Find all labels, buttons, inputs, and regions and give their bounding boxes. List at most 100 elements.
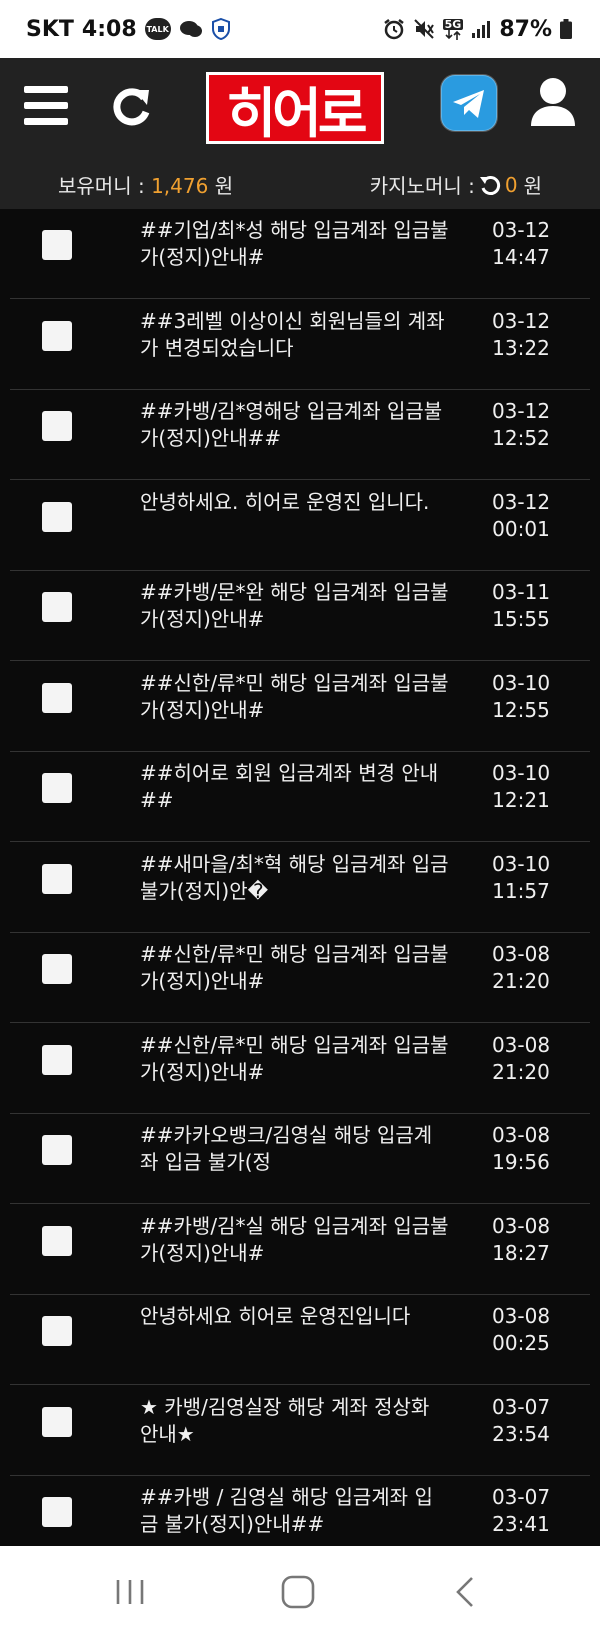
row-title[interactable]: ##새마을/최*혁 해당 입금계좌 입금 불가(정지)안� — [140, 851, 450, 905]
casino-money: 카지노머니 : 0 원 — [370, 170, 542, 199]
back-icon[interactable] — [444, 1570, 488, 1614]
recent-apps-icon[interactable] — [108, 1570, 152, 1614]
battery-percent: 87% — [499, 16, 552, 42]
battery-icon — [560, 19, 572, 39]
notice-list: ##기업/최*성 해당 입금계좌 입금불가(정지)안내# 03-12 14:47 ##… — [0, 209, 600, 1546]
row-date: 03-12 — [491, 218, 551, 242]
row-title[interactable]: ##신한/류*민 해당 입금계좌 입금불가(정지)안내# — [140, 670, 450, 724]
row-datetime: 03-07 23:41 — [480, 1484, 562, 1538]
row-checkbox[interactable] — [42, 411, 72, 441]
row-date: 03-08 — [491, 1123, 551, 1147]
chat-bubble-icon — [179, 19, 203, 39]
row-title[interactable]: ##기업/최*성 해당 입금계좌 입금불가(정지)안내# — [140, 217, 450, 271]
row-title[interactable]: ##카카오뱅크/김영실 해당 입금계좌 입금 불가(정 — [140, 1122, 450, 1176]
row-time: 12:55 — [492, 697, 550, 722]
list-item[interactable]: ##카뱅/김*영해당 입금계좌 입금불가(정지)안내## 03-12 12:52 — [10, 390, 590, 480]
row-datetime: 03-11 15:55 — [480, 579, 562, 633]
list-item[interactable]: ##카뱅 / 김영실 해당 입금계좌 입금 불가(정지)안내## 03-07 23:… — [10, 1476, 590, 1546]
menu-icon[interactable] — [22, 82, 70, 130]
list-item[interactable]: 안녕하세요. 히어로 운영진 입니다. 03-12 00:01 — [10, 481, 590, 571]
network-5g-icon: 5G — [442, 17, 464, 40]
alarm-icon — [383, 18, 405, 40]
row-checkbox[interactable] — [42, 773, 72, 803]
row-time: 15:55 — [492, 607, 550, 631]
list-item[interactable]: ##기업/최*성 해당 입금계좌 입금불가(정지)안내# 03-12 14:47 — [10, 209, 590, 299]
kakaotalk-icon: TALK — [144, 18, 171, 40]
user-icon[interactable] — [528, 74, 578, 132]
hero-logo[interactable]: 히어로 — [206, 72, 384, 145]
row-datetime: 03-10 11:57 — [480, 851, 562, 905]
network-type-label: 5G — [442, 17, 464, 31]
row-time: 13:22 — [492, 335, 550, 360]
row-title[interactable]: ##카뱅/문*완 해당 입금계좌 입금불가(정지)안내# — [140, 579, 450, 633]
row-time: 14:47 — [492, 245, 550, 269]
row-time: 12:52 — [492, 426, 550, 450]
list-item[interactable]: 안녕하세요 히어로 운영진입니다 03-08 00:25 — [10, 1295, 590, 1385]
row-time: 21:20 — [492, 1059, 550, 1084]
row-datetime: 03-08 18:27 — [480, 1213, 562, 1267]
list-item[interactable]: ##신한/류*민 해당 입금계좌 입금불가(정지)안내# 03-10 12:55 — [10, 662, 590, 752]
row-title[interactable]: 안녕하세요. 히어로 운영진 입니다. — [140, 489, 450, 516]
list-item[interactable]: ##카뱅/김*실 해당 입금계좌 입금불가(정지)안내# 03-08 18:27 — [10, 1205, 590, 1295]
row-datetime: 03-12 13:22 — [480, 308, 562, 362]
row-title[interactable]: ##카뱅/김*실 해당 입금계좌 입금불가(정지)안내# — [140, 1213, 450, 1267]
row-title[interactable]: ##신한/류*민 해당 입금계좌 입금불가(정지)안내# — [140, 1032, 450, 1086]
hold-money-value: 1,476 — [151, 174, 209, 198]
row-checkbox[interactable] — [42, 592, 72, 622]
telegram-icon[interactable] — [440, 74, 498, 132]
row-checkbox[interactable] — [42, 1316, 72, 1346]
row-checkbox[interactable] — [42, 1406, 72, 1437]
casino-money-unit: 원 — [523, 174, 542, 198]
row-datetime: 03-12 00:01 — [480, 489, 562, 543]
row-time: 23:41 — [492, 1512, 550, 1536]
row-title[interactable]: ##3레벨 이상이신 회원님들의 계좌가 변경되었습니다 — [140, 308, 450, 362]
row-checkbox[interactable] — [42, 1044, 72, 1075]
list-item[interactable]: ##히어로 회원 입금계좌 변경 안내## 03-10 12:21 — [10, 752, 590, 842]
hold-money-unit: 원 — [214, 174, 234, 198]
row-title[interactable]: 안녕하세요 히어로 운영진입니다 — [140, 1303, 450, 1330]
row-date: 03-12 — [491, 399, 551, 423]
hold-money-label: 보유머니 : — [58, 174, 145, 198]
row-checkbox[interactable] — [42, 1225, 72, 1256]
row-title[interactable]: ##카뱅 / 김영실 해당 입금계좌 입금 불가(정지)안내## — [140, 1484, 450, 1538]
row-datetime: 03-10 12:55 — [480, 670, 562, 724]
row-date: 03-10 — [491, 670, 551, 695]
money-bar: 보유머니 : 1,476 원 카지노머니 : 0 원 — [0, 156, 600, 209]
status-left: SKT 4:08 TALK — [26, 17, 231, 42]
row-checkbox[interactable] — [42, 320, 72, 351]
row-date: 03-07 — [491, 1485, 551, 1509]
refresh-icon[interactable] — [108, 80, 154, 130]
row-datetime: 03-08 21:20 — [480, 1032, 562, 1086]
row-checkbox[interactable] — [42, 954, 72, 984]
row-checkbox[interactable] — [42, 1135, 72, 1165]
row-date: 03-07 — [491, 1394, 551, 1419]
clock: 4:08 — [81, 16, 137, 42]
list-item[interactable]: ##카카오뱅크/김영실 해당 입금계좌 입금 불가(정 03-08 19:56 — [10, 1114, 590, 1204]
row-date: 03-12 — [491, 489, 551, 514]
row-datetime: 03-07 23:54 — [480, 1394, 562, 1448]
row-datetime: 03-08 00:25 — [480, 1303, 562, 1357]
row-date: 03-10 — [491, 851, 551, 876]
row-time: 00:25 — [492, 1331, 550, 1355]
row-checkbox[interactable] — [42, 863, 72, 894]
status-right: 5G 87% — [383, 17, 572, 42]
carrier-label: SKT — [26, 16, 74, 42]
row-title[interactable]: ★ 카뱅/김영실장 해당 계좌 정상화 안내★ — [140, 1394, 450, 1448]
row-checkbox[interactable] — [42, 682, 72, 713]
reload-icon[interactable] — [479, 174, 501, 196]
row-time: 11:57 — [492, 878, 550, 903]
row-checkbox[interactable] — [42, 1497, 72, 1527]
list-item[interactable]: ##신한/류*민 해당 입금계좌 입금불가(정지)안내# 03-08 21:20 — [10, 1024, 590, 1114]
row-checkbox[interactable] — [42, 230, 72, 260]
row-title[interactable]: ##신한/류*민 해당 입금계좌 입금불가(정지)안내# — [140, 941, 450, 995]
list-item[interactable]: ##신한/류*민 해당 입금계좌 입금불가(정지)안내# 03-08 21:20 — [10, 933, 590, 1023]
home-icon[interactable] — [276, 1570, 320, 1614]
row-title[interactable]: ##히어로 회원 입금계좌 변경 안내## — [140, 760, 450, 814]
list-item[interactable]: ##새마을/최*혁 해당 입금계좌 입금 불가(정지)안� 03-10 11:57 — [10, 843, 590, 933]
list-item[interactable]: ##3레벨 이상이신 회원님들의 계좌가 변경되었습니다 03-12 13:22 — [10, 300, 590, 390]
row-title[interactable]: ##카뱅/김*영해당 입금계좌 입금불가(정지)안내## — [140, 398, 450, 452]
list-item[interactable]: ##카뱅/문*완 해당 입금계좌 입금불가(정지)안내# 03-11 15:55 — [10, 571, 590, 661]
list-item[interactable]: ★ 카뱅/김영실장 해당 계좌 정상화 안내★ 03-07 23:54 — [10, 1386, 590, 1476]
app-header: 히어로 — [0, 58, 600, 156]
row-checkbox[interactable] — [42, 501, 72, 532]
